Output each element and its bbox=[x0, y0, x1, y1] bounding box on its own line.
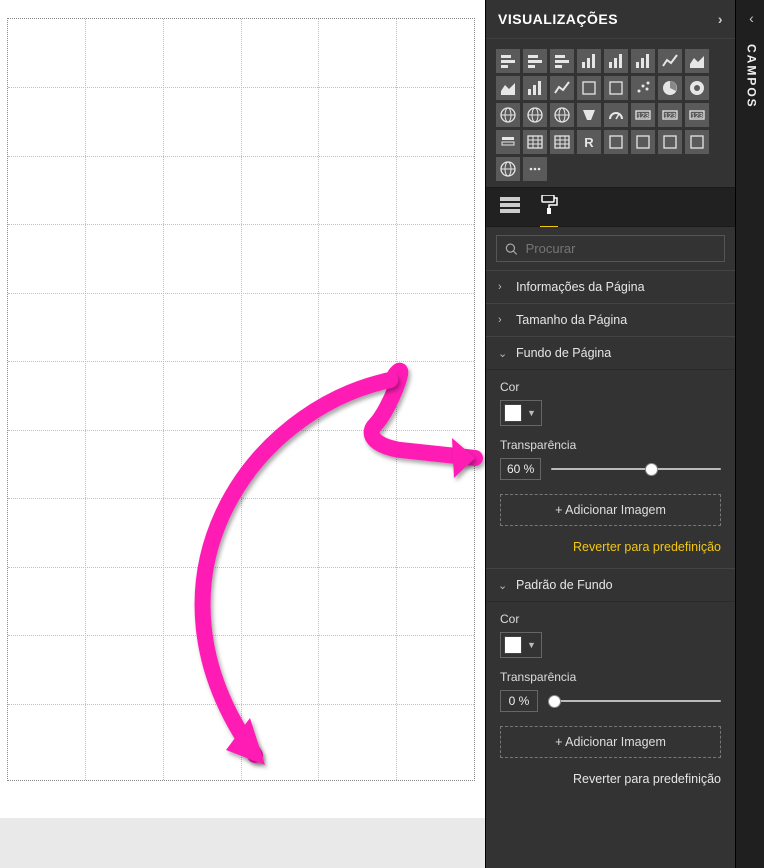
section-page-size-label: Tamanho da Página bbox=[516, 313, 627, 327]
caret-down-icon: ▼ bbox=[527, 408, 536, 418]
chevron-right-icon[interactable]: › bbox=[718, 11, 723, 27]
viz-icon-clustered-bar[interactable] bbox=[523, 49, 547, 73]
section-wallpaper-label: Padrão de Fundo bbox=[516, 578, 613, 592]
caret-down-icon: ▼ bbox=[527, 640, 536, 650]
format-search-box[interactable] bbox=[496, 235, 725, 262]
section-wallpaper-header[interactable]: ⌄ Padrão de Fundo bbox=[486, 569, 735, 601]
svg-text:123: 123 bbox=[637, 113, 649, 120]
viz-icon-clustered-column[interactable] bbox=[577, 49, 601, 73]
section-wallpaper-body: Cor ▼ Transparência 0 % + Adicionar Imag… bbox=[486, 601, 735, 800]
chevron-down-icon: ⌄ bbox=[498, 347, 508, 360]
page-bg-transparency-value[interactable]: 60 % bbox=[500, 458, 541, 480]
section-page-background-label: Fundo de Página bbox=[516, 346, 611, 360]
tab-format[interactable] bbox=[540, 195, 558, 228]
visualization-gallery: 123 123 123 R bbox=[486, 39, 735, 187]
viz-icon-kpi[interactable]: 123 bbox=[685, 103, 709, 127]
tab-fields[interactable] bbox=[500, 197, 520, 226]
viz-icon-pie[interactable] bbox=[658, 76, 682, 100]
visualizations-panel-header[interactable]: VISUALIZAÇÕES › bbox=[486, 0, 735, 39]
page-bg-transparency-row: 60 % bbox=[500, 458, 721, 480]
color-label: Cor bbox=[500, 380, 721, 394]
viz-icon-r-visual[interactable]: R bbox=[577, 130, 601, 154]
viz-icon-area[interactable] bbox=[685, 49, 709, 73]
viz-icon-waterfall[interactable] bbox=[604, 76, 628, 100]
viz-icon-stacked-bar[interactable] bbox=[496, 49, 520, 73]
viz-icon-line-stacked[interactable] bbox=[550, 76, 574, 100]
svg-text:R: R bbox=[584, 135, 594, 150]
color-chip bbox=[504, 404, 522, 422]
fields-panel-title: CAMPOS bbox=[745, 44, 759, 109]
section-page-info: › Informações da Página bbox=[486, 270, 735, 303]
chevron-left-icon[interactable]: ‹ bbox=[749, 10, 754, 26]
viz-icon-map[interactable] bbox=[523, 103, 547, 127]
svg-text:123: 123 bbox=[664, 113, 676, 120]
color-chip bbox=[504, 636, 522, 654]
wallpaper-transparency-value[interactable]: 0 % bbox=[500, 690, 538, 712]
search-wrap bbox=[486, 227, 735, 270]
svg-text:123: 123 bbox=[691, 113, 703, 120]
viz-icon-donut[interactable] bbox=[685, 76, 709, 100]
report-canvas-area[interactable] bbox=[0, 0, 485, 868]
wallpaper-add-image-button[interactable]: + Adicionar Imagem bbox=[500, 726, 721, 758]
section-page-size: › Tamanho da Página bbox=[486, 303, 735, 336]
fields-panel-collapsed[interactable]: ‹ CAMPOS bbox=[735, 0, 764, 868]
paint-roller-icon bbox=[540, 195, 558, 215]
section-page-background-header[interactable]: ⌄ Fundo de Página bbox=[486, 337, 735, 369]
section-page-background: ⌄ Fundo de Página Cor ▼ Transparência 60… bbox=[486, 336, 735, 568]
viz-icon-more[interactable] bbox=[523, 157, 547, 181]
viz-icon-arc-gis[interactable] bbox=[496, 157, 520, 181]
chevron-right-icon: › bbox=[498, 281, 508, 293]
chevron-down-icon: ⌄ bbox=[498, 579, 508, 592]
viz-icon-ribbon[interactable] bbox=[577, 76, 601, 100]
viz-icon-decomposition[interactable] bbox=[658, 130, 682, 154]
viz-icon-python-visual[interactable] bbox=[604, 130, 628, 154]
viz-icon-table[interactable] bbox=[523, 130, 547, 154]
section-page-info-label: Informações da Página bbox=[516, 280, 645, 294]
viz-icon-card[interactable]: 123 bbox=[631, 103, 655, 127]
wallpaper-revert-link[interactable]: Reverter para predefinição bbox=[500, 758, 721, 786]
viz-icon-multi-row-card[interactable]: 123 bbox=[658, 103, 682, 127]
viz-icon-stacked-column-100[interactable] bbox=[631, 49, 655, 73]
subpanel-tabs bbox=[486, 187, 735, 227]
page-bg-add-image-button[interactable]: + Adicionar Imagem bbox=[500, 494, 721, 526]
wallpaper-color-picker[interactable]: ▼ bbox=[500, 632, 542, 658]
section-wallpaper: ⌄ Padrão de Fundo Cor ▼ Transparência 0 … bbox=[486, 568, 735, 800]
section-page-info-header[interactable]: › Informações da Página bbox=[486, 271, 735, 303]
chevron-right-icon: › bbox=[498, 314, 508, 326]
section-page-background-body: Cor ▼ Transparência 60 % + Adicionar Ima… bbox=[486, 369, 735, 568]
viz-icon-stacked-bar-100[interactable] bbox=[550, 49, 574, 73]
search-icon bbox=[505, 242, 518, 256]
report-page[interactable] bbox=[7, 18, 475, 781]
viz-icon-gauge[interactable] bbox=[604, 103, 628, 127]
wallpaper-transparency-row: 0 % bbox=[500, 690, 721, 712]
viz-icon-treemap[interactable] bbox=[496, 103, 520, 127]
format-accordion: › Informações da Página › Tamanho da Pág… bbox=[486, 270, 735, 868]
transparency-label: Transparência bbox=[500, 670, 721, 684]
visualizations-panel: VISUALIZAÇÕES › 123 123 123 R bbox=[485, 0, 735, 868]
viz-icon-funnel[interactable] bbox=[577, 103, 601, 127]
viz-icon-qna[interactable] bbox=[685, 130, 709, 154]
viz-icon-line-clustered[interactable] bbox=[523, 76, 547, 100]
fields-icon bbox=[500, 197, 520, 213]
viz-icon-stacked-column[interactable] bbox=[604, 49, 628, 73]
viz-icon-filled-map[interactable] bbox=[550, 103, 574, 127]
canvas-footer-bar bbox=[0, 818, 485, 868]
viz-icon-slicer[interactable] bbox=[496, 130, 520, 154]
page-bg-transparency-slider[interactable] bbox=[551, 468, 721, 470]
app-root: VISUALIZAÇÕES › 123 123 123 R bbox=[0, 0, 764, 868]
color-label: Cor bbox=[500, 612, 721, 626]
format-search-input[interactable] bbox=[526, 241, 716, 256]
viz-icon-stacked-area[interactable] bbox=[496, 76, 520, 100]
viz-icon-line[interactable] bbox=[658, 49, 682, 73]
viz-icon-matrix[interactable] bbox=[550, 130, 574, 154]
visualizations-panel-title: VISUALIZAÇÕES bbox=[498, 11, 618, 27]
page-bg-color-picker[interactable]: ▼ bbox=[500, 400, 542, 426]
section-page-size-header[interactable]: › Tamanho da Página bbox=[486, 304, 735, 336]
viz-icon-key-influencers[interactable] bbox=[631, 130, 655, 154]
transparency-label: Transparência bbox=[500, 438, 721, 452]
page-bg-revert-link[interactable]: Reverter para predefinição bbox=[500, 526, 721, 554]
right-panels: VISUALIZAÇÕES › 123 123 123 R bbox=[485, 0, 764, 868]
wallpaper-transparency-slider[interactable] bbox=[548, 700, 721, 702]
viz-icon-scatter[interactable] bbox=[631, 76, 655, 100]
